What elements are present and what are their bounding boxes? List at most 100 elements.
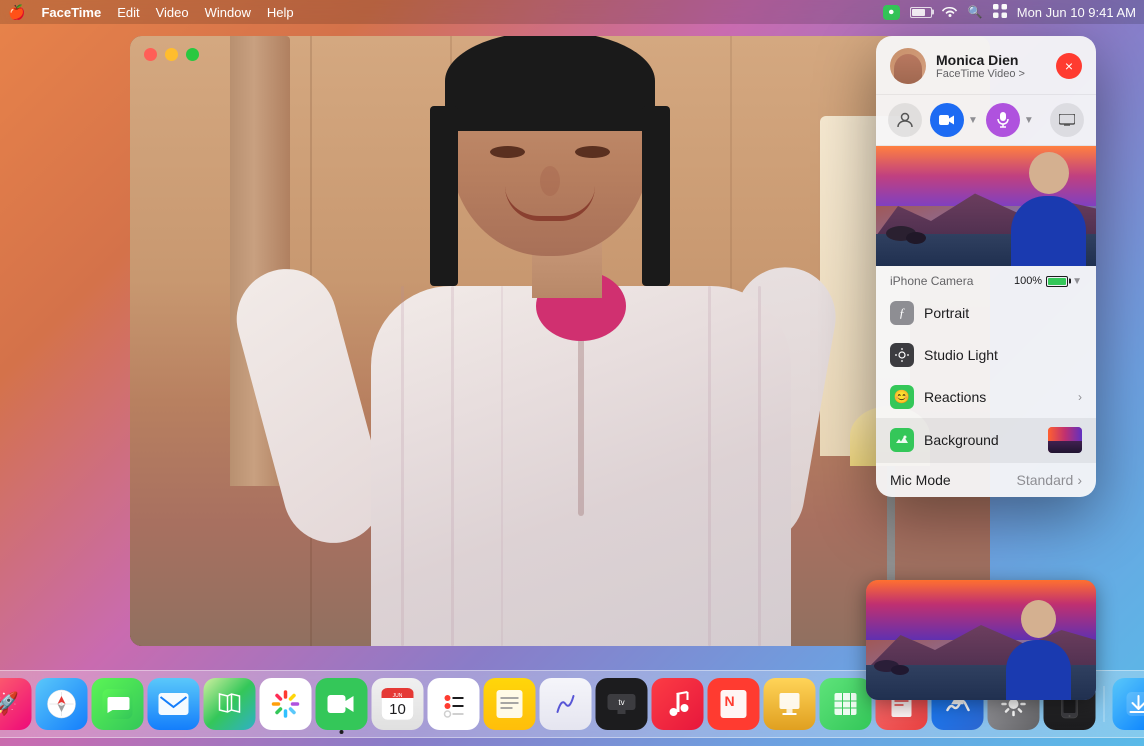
- reactions-label: Reactions: [924, 389, 1068, 405]
- camera-label: iPhone Camera: [890, 274, 973, 288]
- apple-logo-icon[interactable]: 🍎: [8, 4, 25, 21]
- preview-person: [1011, 152, 1086, 266]
- hair-right: [642, 106, 670, 286]
- portrait-label: Portrait: [924, 305, 1082, 321]
- shirt-line: [578, 316, 584, 516]
- self-person-body: [1006, 640, 1071, 700]
- dock-keynote[interactable]: [764, 678, 816, 730]
- control-center-icon[interactable]: [993, 4, 1007, 21]
- video-button[interactable]: [930, 103, 964, 137]
- screen-share-button[interactable]: [1050, 103, 1084, 137]
- stripe-3: [501, 286, 503, 646]
- clock-display: Mon Jun 10 9:41 AM: [1017, 5, 1136, 20]
- video-preview: [876, 146, 1096, 266]
- reactions-chevron-icon: ›: [1078, 390, 1082, 404]
- background-label: Background: [924, 432, 1038, 448]
- battery-chevron-icon[interactable]: ▼: [1072, 276, 1082, 287]
- svg-text:tv: tv: [618, 698, 624, 707]
- person-shirt: [371, 286, 791, 646]
- menu-bar-right: ⏺ 🔍 Mon Jun 10 9:41 AM: [883, 4, 1136, 21]
- window-close-button[interactable]: [144, 48, 157, 61]
- caller-name: Monica Dien: [936, 52, 1046, 68]
- menu-edit[interactable]: Edit: [117, 5, 139, 20]
- battery-nub: [932, 10, 934, 15]
- dock-divider: [1104, 686, 1105, 722]
- thumb-sky: [1048, 427, 1082, 441]
- battery-row: 100% ▼: [1014, 275, 1082, 287]
- mic-chevron-icon[interactable]: ▼: [1024, 115, 1034, 126]
- self-view-thumbnail: [866, 580, 1096, 700]
- search-icon[interactable]: 🔍: [968, 5, 983, 19]
- menu-bar: 🍎 FaceTime Edit Video Window Help ⏺ 🔍 Mo…: [0, 0, 1144, 24]
- controls-row: ▼ ▼: [876, 95, 1096, 146]
- hair-top: [445, 36, 655, 131]
- control-panel: Monica Dien FaceTime Video > × ▼ ▼: [876, 36, 1096, 497]
- wifi-icon[interactable]: [942, 5, 958, 20]
- menu-help[interactable]: Help: [267, 5, 294, 20]
- record-dot: ⏺: [889, 7, 894, 18]
- eye-right: [575, 146, 610, 158]
- dock-dot: [340, 730, 344, 734]
- dock-music[interactable]: [652, 678, 704, 730]
- dock-downloads[interactable]: [1113, 678, 1144, 730]
- dock-launchpad[interactable]: 🚀: [0, 678, 32, 730]
- dock-freeform[interactable]: [540, 678, 592, 730]
- dock-contacts[interactable]: JUN10: [372, 678, 424, 730]
- dock-numbers[interactable]: [820, 678, 872, 730]
- reactions-glyph: 😊: [894, 389, 910, 405]
- menu-row-studio-light[interactable]: Studio Light: [876, 334, 1096, 376]
- mic-mode-label: Mic Mode: [890, 472, 951, 488]
- background-icon: [890, 428, 914, 452]
- studio-light-label: Studio Light: [924, 347, 1082, 363]
- window-minimize-button[interactable]: [165, 48, 178, 61]
- menu-row-background[interactable]: Background: [876, 418, 1096, 462]
- stripe-5: [758, 286, 761, 646]
- video-chevron-icon[interactable]: ▼: [968, 115, 978, 126]
- dock-safari[interactable]: [36, 678, 88, 730]
- mic-button[interactable]: [986, 103, 1020, 137]
- window-maximize-button[interactable]: [186, 48, 199, 61]
- mic-mode-value-text: Standard: [1017, 472, 1074, 488]
- dock-photos[interactable]: [260, 678, 312, 730]
- dock-messages[interactable]: [92, 678, 144, 730]
- menu-video[interactable]: Video: [156, 5, 189, 20]
- preview-body: [1011, 196, 1086, 266]
- battery-fill: [1048, 278, 1066, 285]
- dock-news[interactable]: N: [708, 678, 760, 730]
- stripe-2: [451, 286, 454, 646]
- dock-mail[interactable]: [148, 678, 200, 730]
- portrait-icon: ƒ: [890, 301, 914, 325]
- person-head: [450, 36, 650, 256]
- eye-left: [490, 146, 525, 158]
- dock-notes[interactable]: [484, 678, 536, 730]
- stripe-4: [708, 286, 711, 646]
- reactions-icon: 😊: [890, 385, 914, 409]
- caller-status[interactable]: FaceTime Video >: [936, 68, 1046, 80]
- background-thumbnail: [1048, 427, 1082, 453]
- menu-app-name[interactable]: FaceTime: [41, 5, 101, 20]
- menu-row-reactions[interactable]: 😊 Reactions ›: [876, 376, 1096, 418]
- self-view-person: [1001, 600, 1076, 700]
- facetime-window: [130, 36, 990, 646]
- thumb-ground: [1048, 441, 1082, 453]
- dock-reminders[interactable]: [428, 678, 480, 730]
- caller-avatar-person: [894, 54, 922, 84]
- camera-section: iPhone Camera 100% ▼ ƒ Portrait Studio L…: [876, 266, 1096, 497]
- profile-button[interactable]: [888, 103, 922, 137]
- camera-header: iPhone Camera 100% ▼: [876, 266, 1096, 292]
- mic-mode-value: Standard ›: [1017, 472, 1083, 488]
- dock-facetime[interactable]: [316, 678, 368, 730]
- main-video-area: [130, 36, 990, 646]
- svg-text:N: N: [725, 693, 735, 709]
- battery-percent: 100%: [1014, 275, 1042, 287]
- dock-maps[interactable]: [204, 678, 256, 730]
- menu-row-portrait[interactable]: ƒ Portrait: [876, 292, 1096, 334]
- battery-level: [912, 9, 926, 16]
- caller-info: Monica Dien FaceTime Video >: [936, 52, 1046, 80]
- mic-mode-row[interactable]: Mic Mode Standard ›: [876, 462, 1096, 497]
- studio-light-icon: [890, 343, 914, 367]
- menu-window[interactable]: Window: [205, 5, 251, 20]
- dock-appletv[interactable]: tv: [596, 678, 648, 730]
- self-person-head: [1021, 600, 1056, 638]
- close-call-button[interactable]: ×: [1056, 53, 1082, 79]
